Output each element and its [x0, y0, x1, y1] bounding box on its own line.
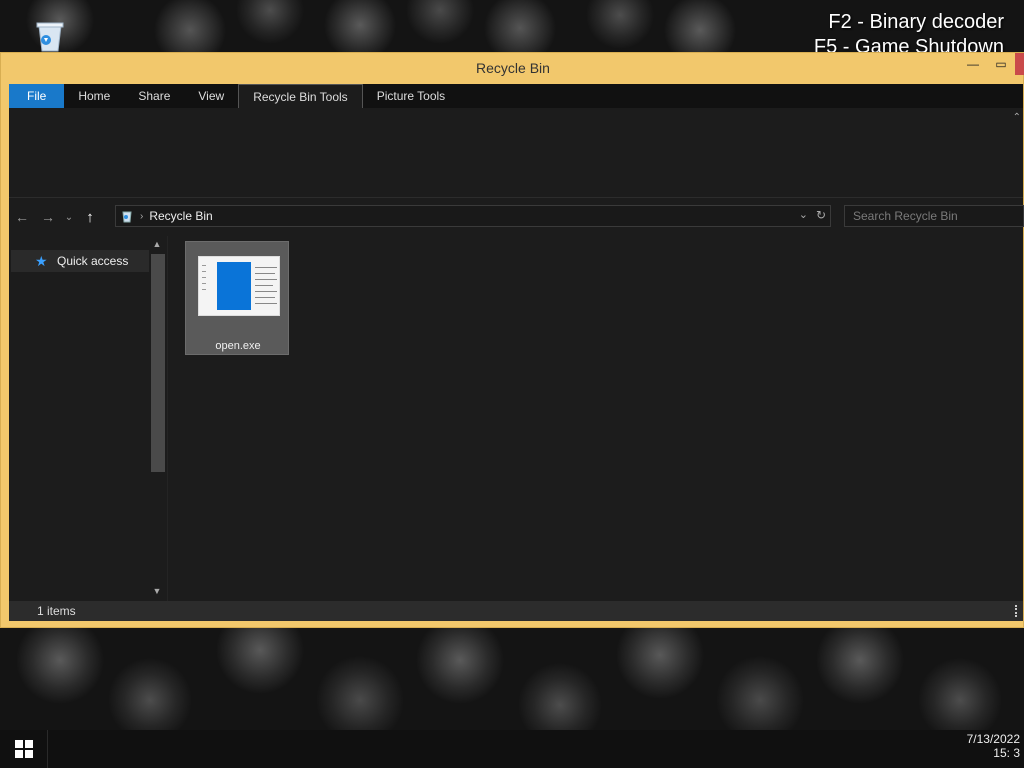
path-separator-icon: ›: [140, 210, 144, 222]
windows-logo-icon: [14, 740, 33, 758]
clock-date: 7/13/2022: [966, 732, 1020, 746]
sidebar-item-label: Quick access: [57, 254, 129, 268]
thumbnail-detail: [255, 297, 275, 298]
tab-view[interactable]: View: [184, 84, 238, 108]
recycle-bin-desktop-icon[interactable]: [32, 20, 68, 52]
tab-share[interactable]: Share: [124, 84, 184, 108]
status-bar: 1 items: [9, 601, 1023, 621]
tab-recycle-bin-tools[interactable]: Recycle Bin Tools: [238, 84, 363, 108]
explorer-window: Recycle Bin — ▭ File Home Share View Rec…: [0, 52, 1024, 628]
window-controls: — ▭: [959, 53, 1024, 75]
system-clock[interactable]: 7/13/2022 15: 3: [967, 732, 1020, 760]
thumbnail-detail: [202, 289, 206, 290]
tab-file[interactable]: File: [9, 84, 65, 108]
sidebar-item-quick-access[interactable]: ★ Quick access: [11, 250, 149, 272]
up-button[interactable]: ↑: [77, 205, 103, 229]
thumbnail-blue-panel: [217, 262, 251, 310]
content-area: ★ Quick access ▲ ▼ open.exe: [9, 236, 1023, 601]
star-icon: ★: [35, 253, 48, 269]
forward-button[interactable]: →: [35, 205, 61, 229]
maximize-button[interactable]: ▭: [987, 53, 1015, 75]
recycle-bin-small-icon: [116, 206, 138, 226]
scroll-down-button[interactable]: ▼: [150, 586, 164, 598]
pane-divider[interactable]: [167, 236, 168, 601]
thumbnail-detail: [202, 265, 206, 266]
navigation-pane: ★ Quick access ▲ ▼: [9, 236, 167, 601]
close-button[interactable]: [1015, 53, 1024, 75]
thumbnail-detail: [255, 303, 277, 304]
clock-time: 15: 3: [993, 746, 1020, 760]
window-title: Recycle Bin: [476, 60, 550, 76]
navigation-bar: ← → ⌄ ↑ › Recycle Bin ⌄ ↻: [9, 198, 1024, 236]
file-name: open.exe: [215, 340, 261, 352]
minimize-button[interactable]: —: [959, 53, 987, 75]
window-titlebar[interactable]: Recycle Bin — ▭: [1, 53, 1024, 83]
tab-picture-tools[interactable]: Picture Tools: [363, 84, 459, 108]
breadcrumb-recycle-bin[interactable]: Recycle Bin: [149, 209, 212, 223]
thumbnail-detail: [202, 283, 206, 284]
overlay-hint-binary-decoder: F2 - Binary decoder: [828, 11, 1004, 33]
scrollbar-thumb[interactable]: [151, 254, 165, 472]
thumbnail-detail: [255, 291, 277, 292]
thumbnail-detail: [255, 267, 277, 268]
details-view-icon[interactable]: [1015, 605, 1021, 617]
thumbnail-detail: [255, 279, 277, 280]
refresh-icon[interactable]: ↻: [816, 208, 826, 222]
file-thumbnail: [198, 256, 280, 316]
file-item-open-exe[interactable]: open.exe: [185, 241, 289, 355]
thumbnail-detail: [202, 277, 206, 278]
thumbnail-detail: [202, 271, 206, 272]
ribbon-tab-bar: File Home Share View Recycle Bin Tools P…: [9, 84, 1023, 108]
scroll-up-button[interactable]: ▲: [150, 239, 164, 251]
item-count: 1 items: [37, 604, 76, 618]
tab-home[interactable]: Home: [64, 84, 124, 108]
taskbar: 7/13/2022 15: 3: [0, 730, 1024, 768]
address-dropdown-icon[interactable]: ⌄: [799, 208, 808, 221]
recent-locations-button[interactable]: ⌄: [61, 205, 77, 229]
ribbon-body: ⌃: [9, 108, 1023, 198]
search-input[interactable]: [844, 205, 1024, 227]
back-button[interactable]: ←: [9, 205, 35, 229]
ribbon-collapse-icon[interactable]: ⌃: [1013, 112, 1021, 123]
thumbnail-detail: [255, 285, 273, 286]
address-bar[interactable]: › Recycle Bin ⌄ ↻: [115, 205, 831, 227]
start-button[interactable]: [0, 730, 48, 768]
thumbnail-detail: [255, 273, 275, 274]
